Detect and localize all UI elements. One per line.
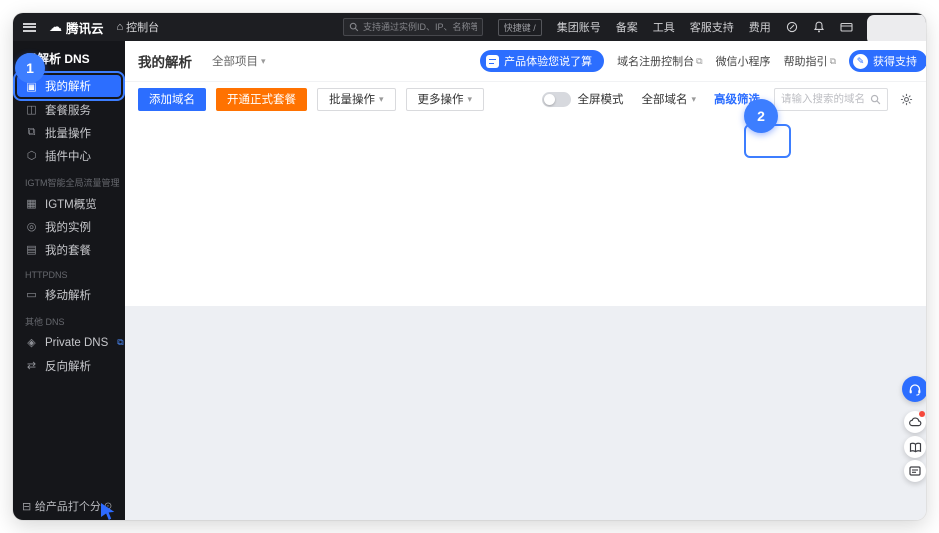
global-topbar: ☁ 腾讯云 ⌂ 控制台 快捷键 / 集团账号 备案 工具 客服支持 费用 <box>13 13 926 45</box>
gear-icon <box>900 93 913 105</box>
topbar-left: ☁ 腾讯云 ⌂ 控制台 <box>23 13 159 41</box>
more-operation-button[interactable]: 更多操作 ▾ <box>405 87 485 111</box>
console-home-link[interactable]: ⌂ 控制台 <box>117 19 160 35</box>
get-support-button[interactable]: ✎ 获得支持 <box>849 50 926 72</box>
sidebar-item-my-packages[interactable]: ▤ 我的套餐 <box>13 238 125 261</box>
topbar-link-tools[interactable]: 工具 <box>653 19 675 35</box>
cloud-icon <box>908 417 921 427</box>
external-link-icon: ⧉ <box>117 337 124 347</box>
search-icon <box>870 94 881 104</box>
logo-text: 腾讯云 <box>66 21 104 36</box>
book-icon <box>909 442 921 452</box>
domain-search-box[interactable] <box>774 87 888 111</box>
instances-icon: ◎ <box>26 221 37 233</box>
topbar-right: 快捷键 / 集团账号 备案 工具 客服支持 费用 <box>497 13 920 41</box>
hamburger-menu-icon[interactable] <box>23 22 36 32</box>
domain-filter-dropdown[interactable]: 全部域名 ▾ <box>641 91 696 107</box>
chevron-down-icon: ▾ <box>691 93 696 104</box>
sidebar-item-mobile-dns[interactable]: ▭ 移动解析 <box>13 283 125 306</box>
bell-icon[interactable] <box>813 21 825 33</box>
console-window: ☁ 腾讯云 ⌂ 控制台 快捷键 / 集团账号 备案 工具 客服支持 费用 <box>13 13 926 520</box>
screenshot-stage: ☁ 腾讯云 ⌂ 控制台 快捷键 / 集团账号 备案 工具 客服支持 费用 <box>0 0 939 533</box>
reverse-dns-icon: ⇄ <box>26 360 37 372</box>
billing-card-icon[interactable] <box>840 21 853 33</box>
sidebar-item-reverse-dns[interactable]: ⇄ 反向解析 <box>13 354 125 377</box>
external-link-icon: ⧉ <box>829 55 836 66</box>
home-icon: ⌂ <box>116 21 124 33</box>
add-domain-button[interactable]: 添加域名 <box>138 87 206 111</box>
topbar-link-icp[interactable]: 备案 <box>616 19 638 35</box>
sidebar-item-plugins[interactable]: ⬡ 插件中心 <box>13 144 125 167</box>
notification-dot <box>919 411 925 417</box>
page-title: 我的解析 <box>138 55 192 70</box>
fullscreen-label: 全屏模式 <box>577 94 624 106</box>
packages-icon: ▤ <box>26 244 37 256</box>
headset-icon <box>909 383 921 396</box>
sidebar-item-my-instances[interactable]: ◎ 我的实例 <box>13 215 125 238</box>
main-content: 我的解析 全部项目 ▾ 产品体验您说了算 域名注册控制台 ⧉ 微信小程序 帮助指… <box>125 41 926 520</box>
igtm-overview-icon: ▦ <box>26 198 37 210</box>
private-dns-icon: ◈ <box>27 337 36 349</box>
survey-icon <box>486 54 500 68</box>
sidebar-section-igtm: IGTM智能全局流量管理 <box>25 178 120 188</box>
help-guide-link[interactable]: 帮助指引 ⧉ <box>784 53 836 69</box>
global-search-input[interactable] <box>363 22 477 32</box>
cloud-assistant-fab[interactable] <box>904 411 926 433</box>
domain-console-link[interactable]: 域名注册控制台 ⧉ <box>617 53 702 69</box>
feedback-fab[interactable] <box>904 460 926 482</box>
sidebar-item-private-dns[interactable]: ◈ Private DNS ⧉ <box>13 331 125 354</box>
plugins-icon: ⬡ <box>26 150 37 162</box>
search-icon <box>349 22 359 32</box>
mini-program-link[interactable]: 微信小程序 <box>716 53 771 69</box>
documentation-fab[interactable] <box>904 436 926 458</box>
cloud-logo-icon: ☁ <box>49 19 62 34</box>
batch-icon: ⧉ <box>27 126 36 138</box>
sidebar-section-httpdns: HTTPDNS <box>25 270 68 280</box>
annotation-step-1: 1 <box>15 53 45 83</box>
shortcut-key-badge[interactable]: 快捷键 / <box>497 18 542 36</box>
tencent-cloud-logo[interactable]: ☁ 腾讯云 <box>49 18 104 37</box>
topbar-link-support[interactable]: 客服支持 <box>690 19 734 35</box>
topbar-link-billing[interactable]: 费用 <box>749 19 771 35</box>
sidebar-collapse-icon[interactable]: ⊟ <box>22 500 31 513</box>
pen-icon: ✎ <box>853 53 868 69</box>
toolbar-right: 全屏模式 全部域名 ▾ 高级筛选 <box>542 87 913 111</box>
sidebar-item-igtm-overview[interactable]: ▦ IGTM概览 <box>13 192 125 215</box>
sidebar-item-batch[interactable]: ⧉ 批量操作 <box>13 121 125 144</box>
chevron-down-icon: ▾ <box>261 55 266 66</box>
sidebar: 云解析 DNS ▣ 我的解析 ◫ 套餐服务 ⧉ 批量操作 ⬡ 插件中心 IGTM… <box>13 41 125 520</box>
annotation-step-2: 2 <box>744 99 778 133</box>
global-search[interactable] <box>343 18 483 36</box>
sidebar-section-other-dns: 其他 DNS <box>25 317 65 327</box>
topbar-link-group-account[interactable]: 集团账号 <box>557 19 601 35</box>
table-settings-button[interactable] <box>900 93 913 106</box>
list-icon <box>909 466 921 476</box>
purchase-plan-button[interactable]: 开通正式套餐 <box>216 87 307 111</box>
page-header: 我的解析 全部项目 ▾ 产品体验您说了算 域名注册控制台 ⧉ 微信小程序 帮助指… <box>125 41 926 82</box>
toggle-knob <box>544 93 556 105</box>
rate-product-link[interactable]: 给产品打个分 ⊙ <box>35 498 112 514</box>
compass-icon[interactable] <box>786 21 798 33</box>
plans-icon: ◫ <box>26 104 37 116</box>
chevron-down-icon: ▾ <box>467 93 473 104</box>
page-header-links: 产品体验您说了算 域名注册控制台 ⧉ 微信小程序 帮助指引 ⧉ ✎ 获得支持 <box>480 50 926 72</box>
customer-service-fab[interactable] <box>902 376 926 402</box>
domain-search-input[interactable] <box>781 93 866 105</box>
mobile-dns-icon: ▭ <box>26 289 37 301</box>
project-filter-dropdown[interactable]: 全部项目 ▾ <box>212 53 266 69</box>
batch-operation-button[interactable]: 批量操作 ▾ <box>317 87 396 111</box>
fullscreen-toggle[interactable] <box>542 91 572 107</box>
sidebar-item-plans[interactable]: ◫ 套餐服务 <box>13 98 125 121</box>
survey-pill-button[interactable]: 产品体验您说了算 <box>480 50 605 72</box>
chevron-down-icon: ▾ <box>379 93 384 104</box>
table-toolbar: 添加域名 开通正式套餐 批量操作 ▾ 更多操作 ▾ 全屏模式 全部域名 ▾ 高级… <box>125 82 926 116</box>
external-link-icon: ⧉ <box>696 55 703 66</box>
